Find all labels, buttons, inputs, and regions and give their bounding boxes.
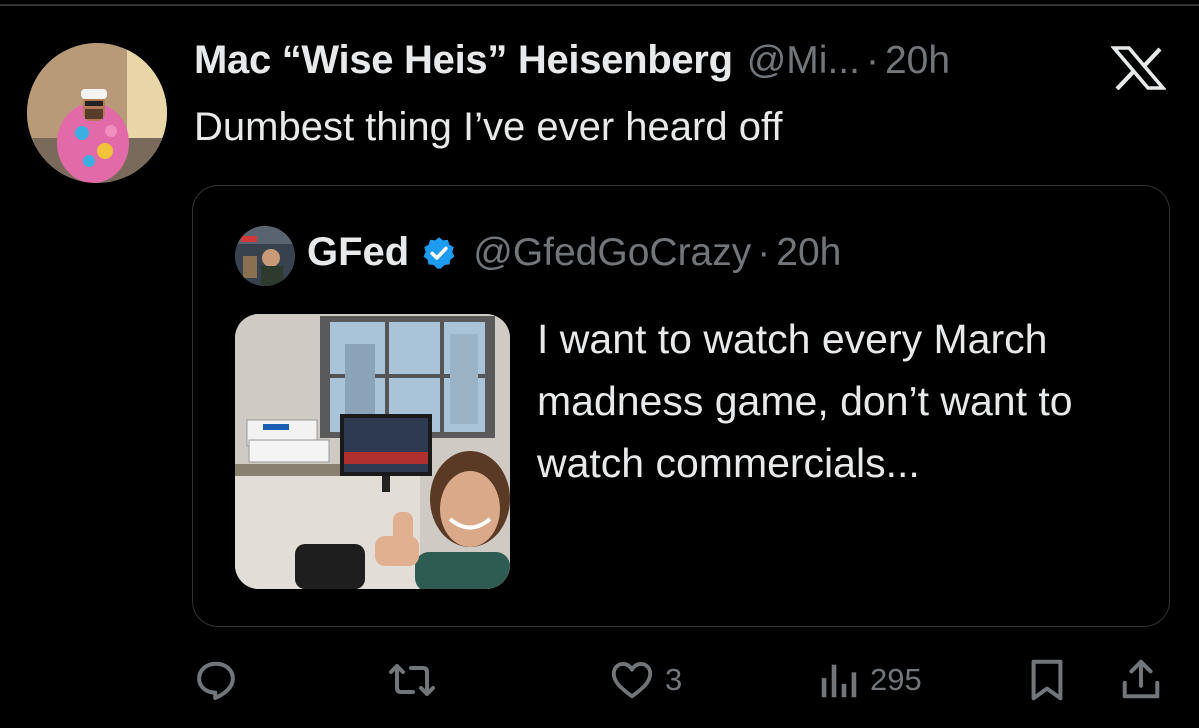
views-chart-icon xyxy=(821,664,857,698)
author-avatar[interactable] xyxy=(27,43,167,183)
author-name[interactable]: Mac “Wise Heis” Heisenberg xyxy=(194,38,733,83)
separator-dot: · xyxy=(865,39,879,82)
views-button[interactable]: 295 xyxy=(818,650,922,710)
author-handle[interactable]: @Mi... xyxy=(747,39,860,83)
retweet-icon xyxy=(389,664,435,696)
x-logo-icon xyxy=(1111,46,1166,90)
quoted-separator-dot: · xyxy=(757,230,771,274)
quoted-tweet-time[interactable]: 20h xyxy=(776,231,841,275)
share-icon xyxy=(1122,659,1160,699)
quoted-tweet-photo[interactable] xyxy=(235,314,510,589)
tweet-text: Dumbest thing I’ve ever heard off xyxy=(194,105,783,149)
quoted-author-name[interactable]: GFed xyxy=(307,230,409,275)
bookmark-icon xyxy=(1031,659,1063,701)
reply-icon xyxy=(197,661,235,701)
action-bar: 3 295 xyxy=(0,650,1199,710)
heart-icon xyxy=(611,661,653,699)
verified-badge-icon xyxy=(423,236,455,269)
quoted-tweet-card[interactable]: GFed @GfedGoCrazy · 20h I want to watch … xyxy=(192,185,1170,627)
retweet-button[interactable] xyxy=(388,650,446,710)
bookmark-button[interactable] xyxy=(1025,650,1069,710)
view-count: 295 xyxy=(870,662,922,697)
share-button[interactable] xyxy=(1118,650,1164,710)
like-count: 3 xyxy=(665,662,683,697)
tweet-time[interactable]: 20h xyxy=(885,39,950,83)
quoted-author-handle[interactable]: @GfedGoCrazy xyxy=(473,231,751,275)
tweet-header: Mac “Wise Heis” Heisenberg @Mi... · 20h xyxy=(194,38,950,96)
top-divider xyxy=(0,4,1199,6)
quoted-tweet-header: GFed @GfedGoCrazy · 20h xyxy=(307,230,841,275)
like-button[interactable]: 3 xyxy=(609,650,682,710)
reply-button[interactable] xyxy=(193,650,249,710)
quoted-tweet-text: I want to watch every March madness game… xyxy=(537,316,1073,486)
quoted-author-avatar[interactable] xyxy=(235,226,295,286)
